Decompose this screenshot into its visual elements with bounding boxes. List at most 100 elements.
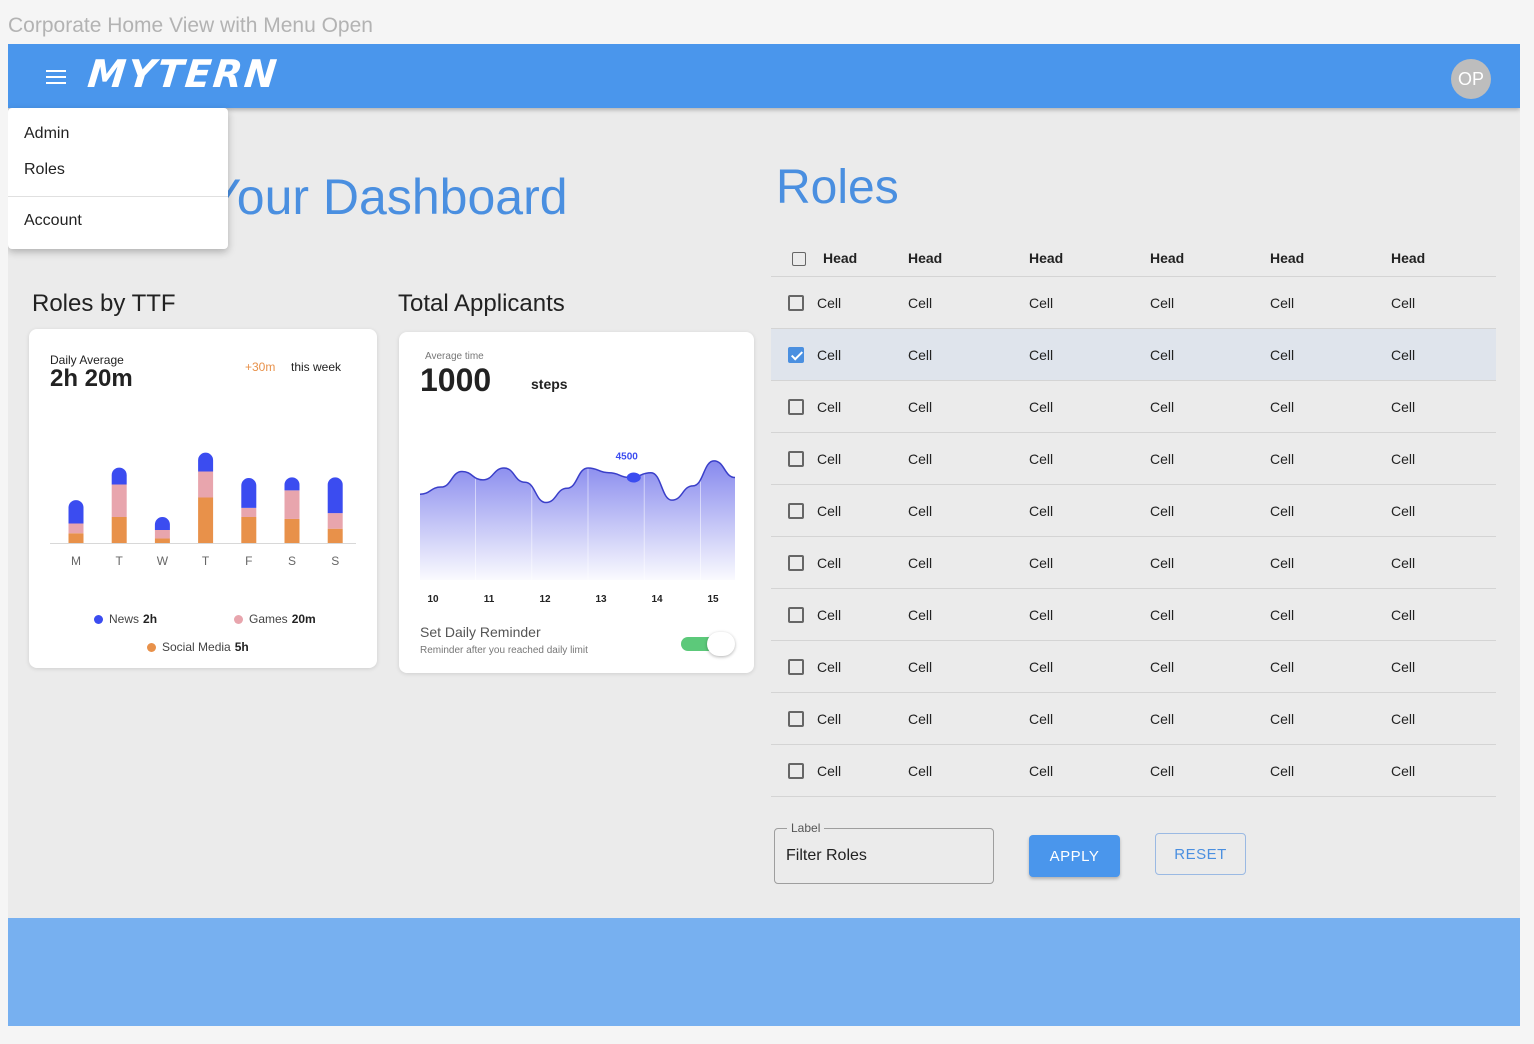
column-header[interactable]: Head [908,240,942,276]
table-cell: Cell [1029,294,1054,311]
row-checkbox[interactable] [788,295,804,311]
table-cell: Cell [817,398,842,415]
table-cell: Cell [817,502,842,519]
row-checkbox[interactable] [788,659,804,675]
column-header[interactable]: Head [823,240,857,276]
table-cell: Cell [1270,710,1295,727]
legend-news-dot [94,615,103,624]
menu-item-roles[interactable]: Roles [8,152,228,188]
row-checkbox[interactable] [788,711,804,727]
table-row[interactable]: Cell Cell Cell Cell Cell Cell [771,329,1496,381]
toggle-knob [707,632,735,656]
table-cell: Cell [1391,710,1416,727]
bar-segment [154,517,170,530]
row-checkbox[interactable] [788,763,804,779]
reminder-toggle[interactable] [681,632,737,656]
bar-segment [68,523,84,534]
column-header[interactable]: Head [1391,240,1425,276]
bar-segment [111,484,127,517]
bar-segment [111,467,127,485]
table-cell: Cell [908,294,933,311]
table-row[interactable]: Cell Cell Cell Cell Cell Cell [771,381,1496,433]
table-cell: Cell [908,658,933,675]
table-cell: Cell [1391,658,1416,675]
table-header-row: Head Head Head Head Head Head [771,240,1496,277]
x-tick-label: 11 [484,594,495,605]
bar-segment [284,477,300,491]
roles-table: Head Head Head Head Head Head Cell Cell Cell Cell… [771,240,1496,797]
bar-segment [154,538,170,543]
select-all-checkbox[interactable] [792,252,806,266]
table-cell: Cell [1029,710,1054,727]
table-row[interactable]: Cell Cell Cell Cell Cell Cell [771,277,1496,329]
table-cell: Cell [1029,554,1054,571]
table-cell: Cell [817,554,842,571]
table-row[interactable]: Cell Cell Cell Cell Cell Cell [771,693,1496,745]
table-cell: Cell [817,762,842,779]
table-cell: Cell [817,710,842,727]
filter-label: Label [787,821,825,835]
legend-social-media-dot [147,643,156,652]
total-applicants-card: Average time 1000 steps 4500 10 11 12 13 14 15… [399,332,754,673]
legend-games-dot [234,615,243,624]
table-cell: Cell [817,606,842,623]
table-cell: Cell [817,450,842,467]
table-row[interactable]: Cell Cell Cell Cell Cell Cell [771,745,1496,797]
table-row[interactable]: Cell Cell Cell Cell Cell Cell [771,537,1496,589]
table-cell: Cell [1150,762,1175,779]
row-checkbox[interactable] [788,607,804,623]
table-row[interactable]: Cell Cell Cell Cell Cell Cell [771,641,1496,693]
legend-social-media: Social Media 5h [147,640,249,654]
row-checkbox[interactable] [788,503,804,519]
highlight-point[interactable] [626,472,641,483]
bar-segment [327,477,343,514]
table-cell: Cell [817,294,842,311]
filter-roles-field[interactable]: Label Filter Roles [774,821,994,884]
column-header[interactable]: Head [1270,240,1304,276]
roles-title: Roles [776,161,899,214]
column-header[interactable]: Head [1029,240,1063,276]
table-cell: Cell [1270,554,1295,571]
frame-title: Corporate Home View with Menu Open [8,14,373,37]
table-cell: Cell [1150,450,1175,467]
table-cell: Cell [1029,606,1054,623]
table-cell: Cell [1150,502,1175,519]
reset-button[interactable]: RESET [1155,833,1246,875]
row-checkbox[interactable] [788,347,804,363]
table-row[interactable]: Cell Cell Cell Cell Cell Cell [771,485,1496,537]
bar-segment [284,518,300,543]
table-cell: Cell [1391,294,1416,311]
filter-roles-input[interactable]: Filter Roles [786,847,867,865]
x-tick-label: S [288,554,296,568]
table-cell: Cell [1270,346,1295,363]
row-checkbox[interactable] [788,399,804,415]
page-title: Your Dashboard [208,169,568,225]
table-cell: Cell [1029,762,1054,779]
legend-social-media-label: Social Media [162,640,231,654]
app-frame: MYTERN OP Admin Roles Account Your Dashb… [8,44,1520,1026]
hamburger-menu-icon[interactable] [46,70,66,84]
column-header[interactable]: Head [1150,240,1184,276]
x-tick-label: 13 [595,594,607,605]
bar-segment [198,452,214,472]
apply-button[interactable]: APPLY [1029,835,1120,877]
legend-news: News 2h [94,612,157,626]
legend-social-media-value: 5h [234,640,249,654]
row-checkbox[interactable] [788,555,804,571]
table-cell: Cell [1391,502,1416,519]
menu-item-admin[interactable]: Admin [8,116,228,152]
table-cell: Cell [1270,762,1295,779]
row-checkbox[interactable] [788,451,804,467]
total-applicants-title: Total Applicants [398,290,565,317]
table-cell: Cell [908,346,933,363]
table-cell: Cell [1391,398,1416,415]
menu-item-account[interactable]: Account [8,203,228,239]
highlight-label: 4500 [616,452,639,463]
table-cell: Cell [1150,554,1175,571]
roles-by-ttf-card: Daily Average 2h 20m +30m this week MTWT… [29,329,377,668]
bar-segment [241,507,257,517]
x-tick-label: 12 [539,594,551,605]
table-row[interactable]: Cell Cell Cell Cell Cell Cell [771,589,1496,641]
avatar[interactable]: OP [1451,59,1491,99]
table-row[interactable]: Cell Cell Cell Cell Cell Cell [771,433,1496,485]
